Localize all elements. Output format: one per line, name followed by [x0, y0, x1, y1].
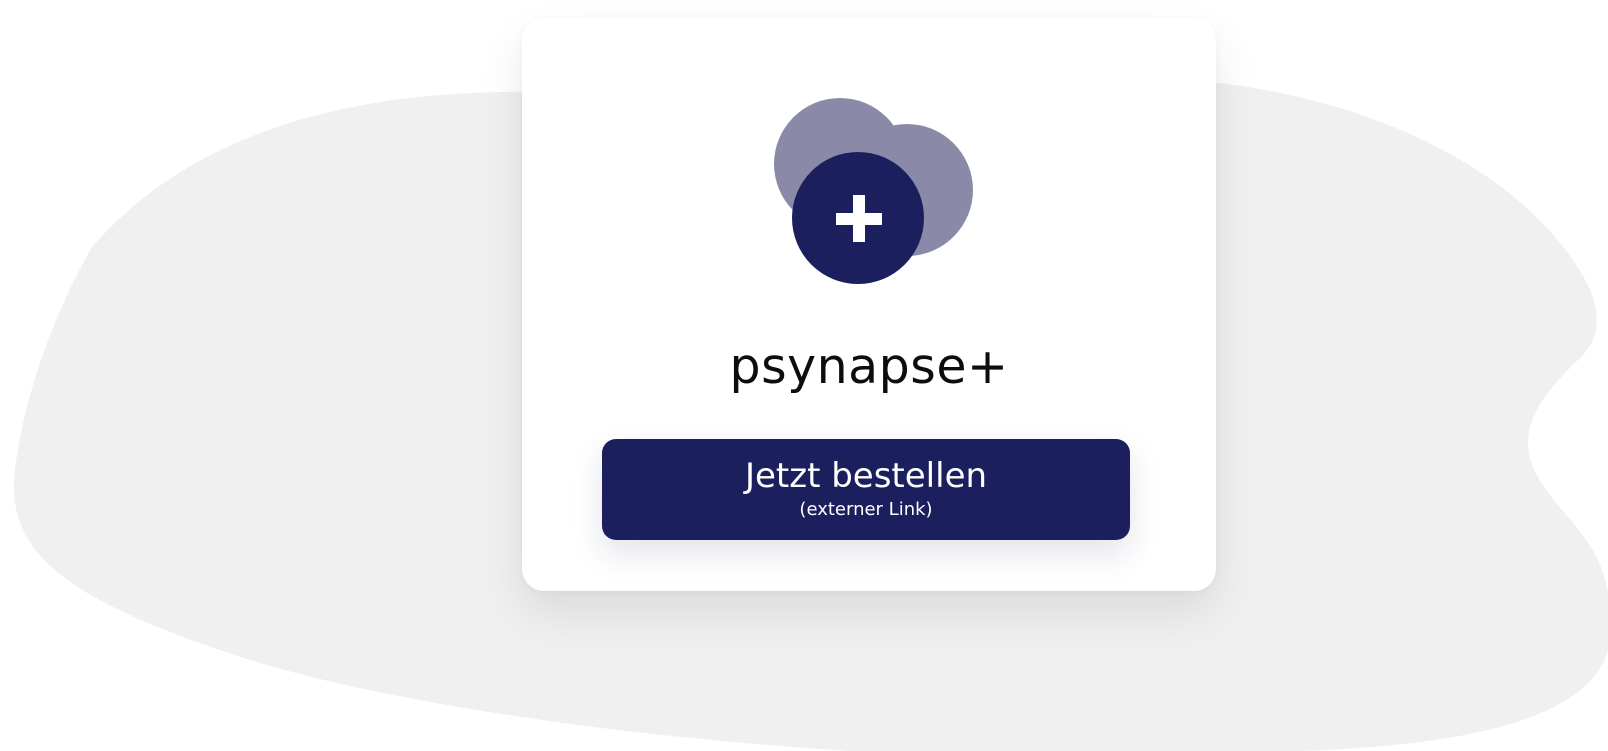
circles-plus-icon: [774, 98, 973, 284]
product-name: psynapse+: [729, 338, 1009, 395]
product-card: psynapse+ Jetzt bestellen (externer Link…: [522, 18, 1216, 591]
external-link-note: (externer Link): [799, 499, 933, 520]
order-now-label: Jetzt bestellen: [744, 456, 988, 496]
order-now-button[interactable]: Jetzt bestellen (externer Link): [602, 439, 1130, 540]
page: psynapse+ Jetzt bestellen (externer Link…: [0, 0, 1608, 751]
